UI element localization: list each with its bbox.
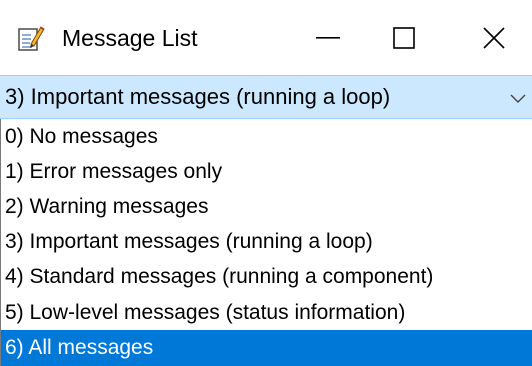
- maximize-icon: [393, 26, 415, 49]
- message-level-dropdown[interactable]: 3) Important messages (running a loop): [0, 75, 532, 119]
- chevron-down-icon[interactable]: [508, 88, 528, 108]
- minimize-icon: [316, 36, 340, 39]
- message-list-window: Message List 3) Important messages (runn…: [0, 0, 532, 366]
- list-item[interactable]: 4) Standard messages (running a componen…: [1, 259, 532, 294]
- window-title: Message List: [62, 25, 198, 51]
- list-item[interactable]: 1) Error messages only: [1, 154, 532, 189]
- list-item[interactable]: 5) Low-level messages (status informatio…: [1, 295, 532, 330]
- list-item[interactable]: 2) Warning messages: [1, 189, 532, 224]
- notepad-pencil-icon: [17, 24, 45, 52]
- minimize-button[interactable]: [290, 0, 366, 75]
- list-item[interactable]: 6) All messages: [1, 330, 532, 366]
- list-item[interactable]: 3) Important messages (running a loop): [1, 224, 532, 259]
- dropdown-selected-value: 3) Important messages (running a loop): [5, 84, 391, 109]
- message-level-list: 0) No messages 1) Error messages only 2)…: [0, 119, 532, 366]
- close-button[interactable]: [456, 0, 532, 75]
- list-item[interactable]: 0) No messages: [1, 119, 532, 154]
- close-icon: [483, 26, 505, 49]
- title-bar[interactable]: Message List: [0, 0, 532, 75]
- maximize-button[interactable]: [366, 0, 442, 75]
